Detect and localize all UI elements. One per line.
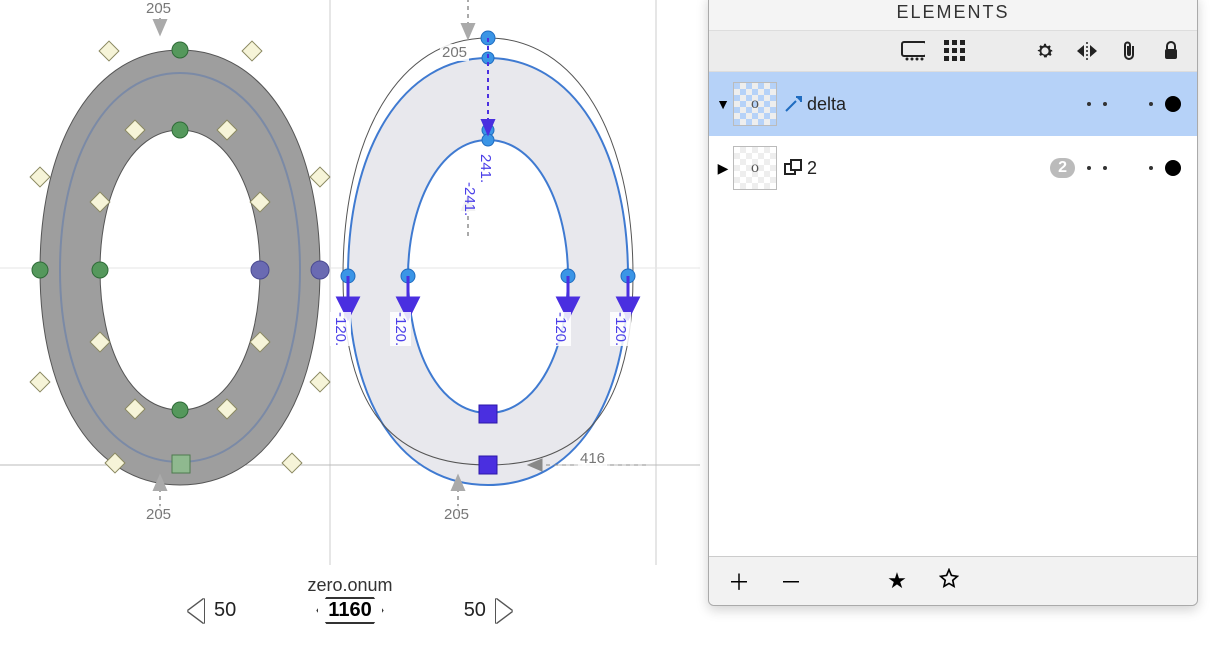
layer-option-dot[interactable] [1149,102,1153,106]
layer-row-group[interactable]: ▶ o 2 2 [709,136,1197,200]
gear-icon[interactable] [1033,39,1057,63]
delta-ext-4: -120. [610,312,631,346]
glyph-name-label: zero.onum [307,575,392,596]
lock-icon[interactable] [1159,39,1183,63]
delta-ext-3: -120. [550,312,571,346]
advance-width-value[interactable]: 1160 [316,597,383,624]
measure-bottom-left: 205 [144,506,173,523]
left-sidebearing-value[interactable]: 50 [214,599,236,622]
star-filled-icon[interactable]: ★ [885,568,909,594]
metrics-row: 50 1160 50 [0,597,700,624]
layer-visibility-dot[interactable] [1165,160,1181,176]
right-sidebearing-value[interactable]: 50 [464,599,486,622]
measure-top-right: 205 [440,44,469,61]
layer-count-badge: 2 [1050,158,1075,178]
elements-panel: ELEMENTS ▼ o delta [708,0,1198,606]
measure-top-left: 205 [144,0,173,17]
group-icon [783,158,803,178]
lsb-left-arrow-icon[interactable] [188,599,204,623]
layer-list: ▼ o delta ▶ o 2 2 [709,72,1197,556]
elements-panel-title: ELEMENTS [709,0,1197,31]
paperclip-icon[interactable] [1117,39,1141,63]
layer-thumbnail: o [733,146,777,190]
grid-icon[interactable] [943,39,967,63]
layer-name-label: 2 [807,158,817,179]
disclosure-toggle[interactable]: ▼ [713,96,733,112]
layer-option-dot[interactable] [1103,102,1107,106]
layer-option-dot[interactable] [1087,166,1091,170]
rsb-right-arrow-icon[interactable] [496,599,512,623]
disclosure-toggle[interactable]: ▶ [713,160,733,177]
measure-inner-top1: 241. [475,154,496,183]
elements-footer: ＋ － ★ [709,556,1197,605]
layer-thumbnail: o [733,82,777,126]
layer-option-dot[interactable] [1103,166,1107,170]
measure-inner-top2: -241. [459,182,480,216]
delta-ext-2: -120. [390,312,411,346]
keyboard-icon[interactable] [901,39,925,63]
component-link-icon [783,94,803,114]
layer-option-dot[interactable] [1149,166,1153,170]
layer-visibility-dot[interactable] [1165,96,1181,112]
remove-layer-button[interactable]: － [779,565,803,597]
add-layer-button[interactable]: ＋ [727,565,751,597]
layer-name-label: delta [807,94,846,115]
layer-row-delta[interactable]: ▼ o delta [709,72,1197,136]
delta-ext-1: -120. [330,312,351,346]
flip-icon[interactable] [1075,39,1099,63]
measure-bottom-right: 205 [442,506,471,523]
elements-toolbar [709,31,1197,72]
glyph-canvas[interactable]: 205 205 205 205 241. -241. -120. -120. -… [0,0,700,662]
measure-baseline: 416 [578,450,607,467]
star-outline-icon[interactable] [937,568,961,594]
layer-option-dot[interactable] [1087,102,1091,106]
